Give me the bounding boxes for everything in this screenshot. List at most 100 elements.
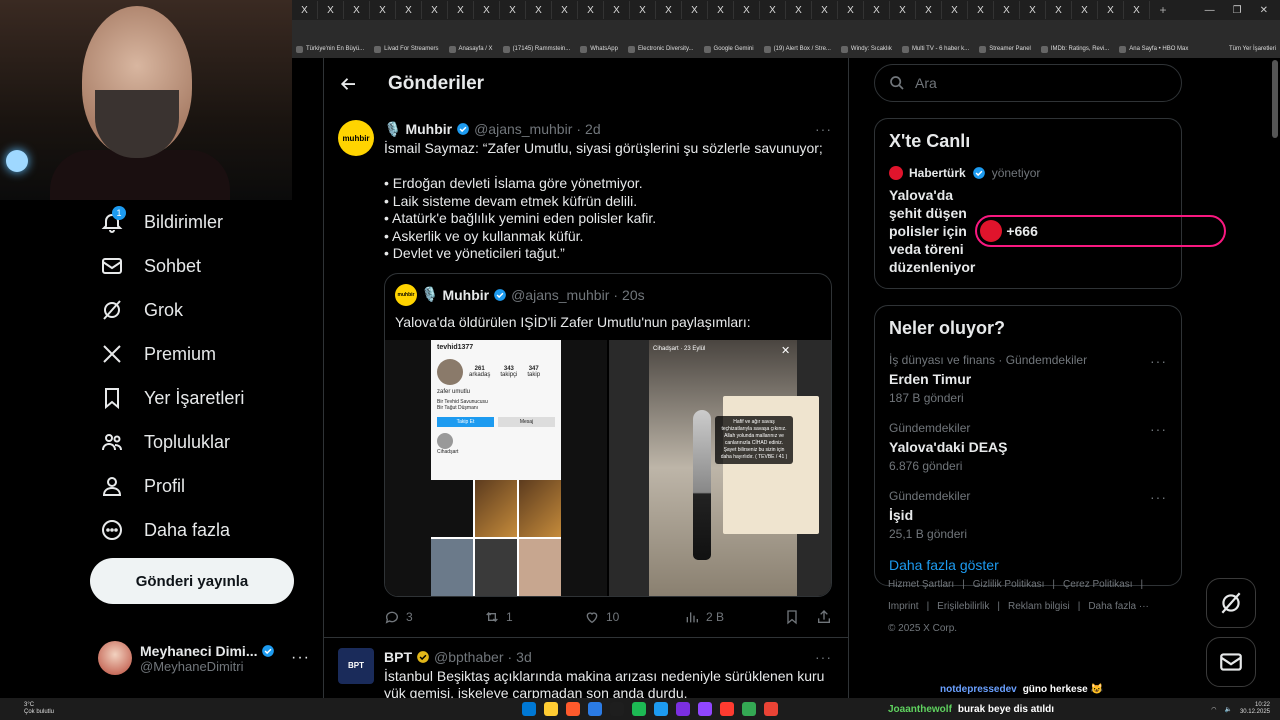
tweet[interactable]: muhbir 🎙️ Muhbir @ajans_muhbir · 2d ··· … — [324, 110, 848, 638]
footer-link[interactable]: Gizlilik Politikası — [973, 574, 1045, 596]
browser-tab[interactable]: X — [578, 1, 604, 19]
more-dots-icon[interactable]: ··· — [1150, 353, 1167, 369]
repost-button[interactable]: 1 — [484, 609, 584, 625]
browser-tab[interactable]: X — [994, 1, 1020, 19]
post-button[interactable]: Gönderi yayınla — [90, 558, 294, 604]
instagram-story-screenshot[interactable]: Hafif ve ağır savaş teçhizatlarıyla sava… — [609, 339, 831, 596]
bookmark-item[interactable]: Electronic Diversity... — [627, 45, 694, 53]
new-tab-icon[interactable]: + — [1150, 1, 1176, 19]
taskbar-app-icon[interactable] — [764, 702, 778, 716]
bookmark-item[interactable]: WhatsApp — [580, 45, 618, 53]
share-icon[interactable] — [816, 609, 832, 625]
views-button[interactable]: 2 B — [684, 609, 784, 625]
taskbar-app-icon[interactable] — [742, 702, 756, 716]
browser-tab[interactable]: X — [500, 1, 526, 19]
footer-link[interactable]: Daha fazla ··· — [1088, 596, 1149, 618]
browser-tab[interactable]: X — [292, 1, 318, 19]
taskbar-app-icon[interactable] — [566, 702, 580, 716]
bookmark-item[interactable]: Google Gemini — [703, 45, 754, 53]
reply-button[interactable]: 3 — [384, 609, 484, 625]
account-switcher[interactable]: Meyhaneci Dimi... @MeyhaneDimitri ··· — [98, 636, 310, 680]
messages-fab[interactable] — [1206, 637, 1256, 687]
taskbar-app-icon[interactable] — [588, 702, 602, 716]
all-bookmarks[interactable]: Tüm Yer İşaretleri — [1229, 46, 1276, 52]
taskbar-app-icon[interactable] — [698, 702, 712, 716]
bookmark-item[interactable]: (19) Alert Box / Stre... — [763, 45, 831, 53]
footer-link[interactable]: Reklam bilgisi — [1008, 596, 1070, 618]
more-dots-icon[interactable]: ··· — [815, 649, 832, 665]
taskbar-app-icon[interactable] — [522, 702, 536, 716]
footer-link[interactable]: Imprint — [888, 596, 919, 618]
nav-profile[interactable]: Profil — [92, 464, 312, 508]
taskbar-app-icon[interactable] — [676, 702, 690, 716]
browser-tab[interactable]: X — [942, 1, 968, 19]
browser-tab[interactable]: X — [422, 1, 448, 19]
browser-tab[interactable]: X — [734, 1, 760, 19]
nav-bookmarks[interactable]: Yer İşaretleri — [92, 376, 312, 420]
tweet[interactable]: BPT BPT @bpthaber · 3d ··· İstanbul Beşi… — [324, 638, 848, 698]
more-dots-icon[interactable]: ··· — [1150, 421, 1167, 437]
speaker-icon[interactable]: 🔈 — [1224, 706, 1231, 713]
bookmark-item[interactable]: Streamer Panel — [979, 45, 1031, 53]
bookmark-item[interactable]: Livad For Streamers — [374, 45, 439, 53]
browser-tab[interactable]: X — [474, 1, 500, 19]
bookmark-item[interactable]: Anasayfa / X — [448, 45, 493, 53]
browser-tab[interactable]: X — [552, 1, 578, 19]
browser-tab[interactable]: X — [370, 1, 396, 19]
tweet-time[interactable]: 3d — [516, 649, 532, 665]
clock[interactable]: 10:22 30.12.2025 — [1240, 702, 1270, 716]
browser-tab[interactable]: X — [838, 1, 864, 19]
browser-tab[interactable]: X — [708, 1, 734, 19]
bookmark-item[interactable]: Windy: Sıcaklık — [840, 45, 892, 53]
browser-tab[interactable]: X — [968, 1, 994, 19]
instagram-profile-screenshot[interactable]: tevhid1377 261 arkadaş 343 takipçi 347 taki… — [385, 339, 607, 596]
close-window-icon[interactable]: ✕ — [1260, 5, 1268, 16]
quote-media[interactable]: tevhid1377 261 arkadaş 343 takipçi 347 taki… — [385, 339, 831, 596]
nav-premium[interactable]: Premium — [92, 332, 312, 376]
live-card[interactable]: X'te Canlı Habertürk yönetiyor Yalova'da… — [874, 118, 1227, 289]
browser-tab[interactable]: X — [812, 1, 838, 19]
author-handle[interactable]: @ajans_muhbir — [474, 121, 572, 137]
nav-communities[interactable]: Topluluklar — [92, 420, 312, 464]
nav-more[interactable]: Daha fazla — [92, 508, 312, 552]
page-scrollbar[interactable] — [1272, 60, 1278, 138]
browser-tab[interactable]: X — [682, 1, 708, 19]
more-dots-icon[interactable]: ··· — [1150, 489, 1167, 505]
taskbar-app-icon[interactable] — [610, 702, 624, 716]
bookmark-item[interactable]: Türkiye'nin En Büyü... — [296, 45, 364, 53]
avatar[interactable]: muhbir — [338, 120, 374, 156]
bookmark-item[interactable]: Ana Sayfa • HBO Max — [1119, 45, 1188, 53]
back-arrow-icon[interactable] — [340, 75, 358, 93]
taskbar-app-icon[interactable] — [632, 702, 646, 716]
nav-notifications[interactable]: 1 Bildirimler — [92, 200, 312, 244]
live-listeners-pill[interactable]: +666 — [975, 215, 1227, 247]
browser-tab[interactable]: X — [630, 1, 656, 19]
browser-tab[interactable]: X — [864, 1, 890, 19]
more-dots-icon[interactable]: ··· — [291, 649, 310, 667]
avatar[interactable]: BPT — [338, 647, 374, 684]
trend-item[interactable]: Gündemdekiler İşid 25,1 B gönderi ··· — [889, 479, 1167, 547]
nav-grok[interactable]: Grok — [92, 288, 312, 332]
author-name[interactable]: Muhbir — [405, 121, 452, 137]
browser-tab[interactable]: X — [604, 1, 630, 19]
browser-tab[interactable]: X — [890, 1, 916, 19]
taskbar-app-icon[interactable] — [720, 702, 734, 716]
quoted-tweet[interactable]: muhbir 🎙️ Muhbir @ajans_muhbir · 20s Yal… — [384, 272, 832, 597]
weather-widget[interactable]: 3°C Çok bulutlu — [0, 702, 200, 716]
browser-tab[interactable]: X — [318, 1, 344, 19]
browser-tab[interactable]: X — [760, 1, 786, 19]
browser-tab[interactable]: X — [344, 1, 370, 19]
browser-tab[interactable]: X — [786, 1, 812, 19]
search-input[interactable]: Ara — [874, 64, 1182, 102]
footer-link[interactable]: Hizmet Şartları — [888, 574, 954, 596]
show-more-link[interactable]: Daha fazla göster — [889, 557, 1167, 573]
bookmark-item[interactable]: IMDb: Ratings, Revi... — [1040, 45, 1109, 53]
author-handle[interactable]: @bpthaber — [434, 649, 503, 665]
restore-icon[interactable]: ❐ — [1233, 5, 1242, 16]
browser-tab[interactable]: X — [1072, 1, 1098, 19]
browser-tab[interactable]: X — [1020, 1, 1046, 19]
trend-item[interactable]: İş dünyası ve finans · Gündemdekiler Erd… — [889, 343, 1167, 411]
browser-tab[interactable]: X — [656, 1, 682, 19]
bookmark-item[interactable]: (17145) Rammstein... — [502, 45, 570, 53]
taskbar-app-icon[interactable] — [654, 702, 668, 716]
